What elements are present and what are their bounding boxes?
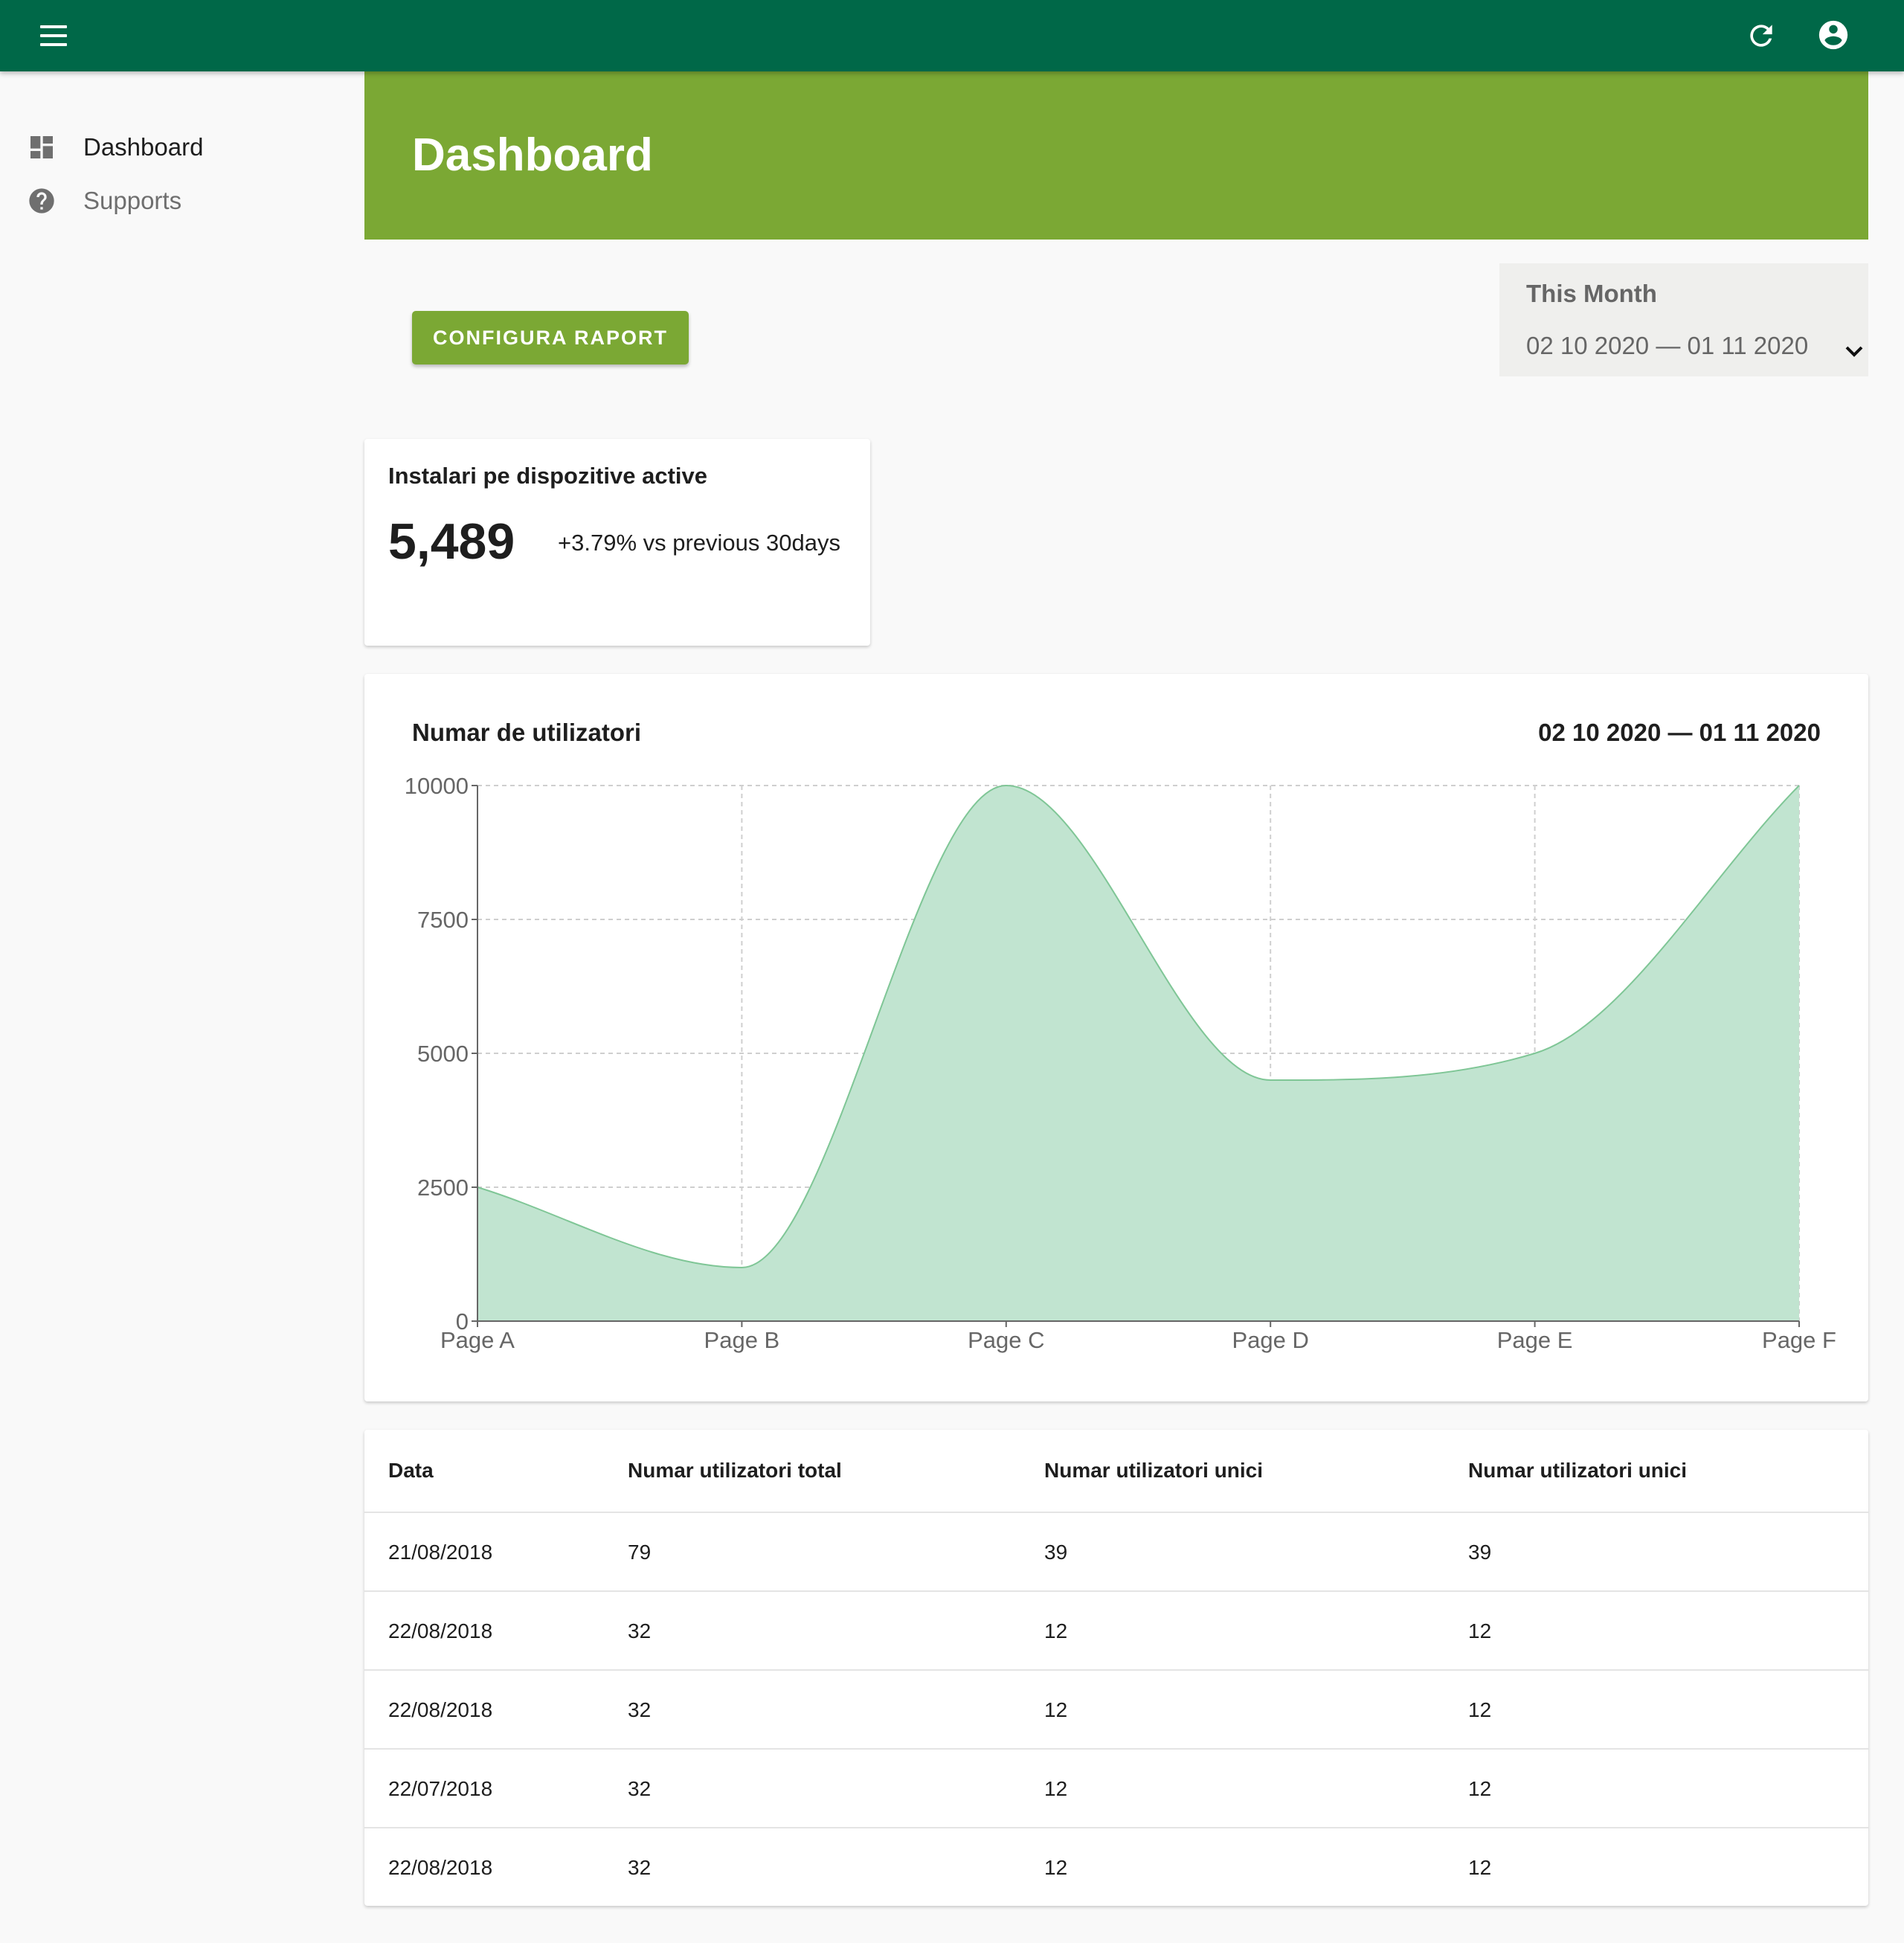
y-tick-label: 7500 (417, 907, 469, 933)
table-header-row: Data Numar utilizatori total Numar utiliza… (364, 1430, 1868, 1513)
table-row: 22/08/2018 32 12 12 (364, 1828, 1868, 1906)
chart-title: Numar de utilizatori (412, 719, 642, 746)
sidebar-item-dashboard[interactable]: Dashboard (0, 119, 364, 173)
account-circle-icon[interactable] (1816, 18, 1850, 52)
table-header-cell: Numar utilizatori unici (1044, 1459, 1264, 1482)
chart-date-range: 02 10 2020 — 01 11 2020 (1538, 719, 1821, 746)
table-cell: 39 (1468, 1541, 1492, 1564)
table-cell: 22/08/2018 (388, 1619, 493, 1642)
table-cell: 12 (1468, 1698, 1492, 1721)
area-chart: 025005000750010000Page A Page B Page C Page… (405, 773, 1836, 1353)
sidebar: Dashboard Supports (0, 71, 364, 1943)
sidebar-item-supports[interactable]: Supports (0, 173, 364, 226)
table-cell: 32 (628, 1856, 652, 1879)
date-range-value: 02 10 2020 — 01 11 2020 (1526, 332, 1809, 359)
table-cell: 22/08/2018 (388, 1698, 493, 1721)
x-tick-label: Page B (704, 1327, 780, 1353)
table-cell: 12 (1044, 1698, 1068, 1721)
stat-value: 5,489 (388, 513, 515, 570)
table-cell: 12 (1468, 1856, 1492, 1879)
date-range-select[interactable]: This Month 02 10 2020 — 01 11 2020 (1499, 263, 1868, 376)
table-row: 22/08/2018 32 12 12 (364, 1671, 1868, 1750)
y-tick-label: 2500 (417, 1175, 469, 1201)
table-cell: 22/08/2018 (388, 1856, 493, 1879)
y-tick-label: 10000 (405, 773, 469, 799)
table-header-cell: Numar utilizatori unici (1468, 1459, 1688, 1482)
x-tick-label: Page F (1762, 1327, 1836, 1353)
table-cell: 39 (1044, 1541, 1068, 1564)
table-cell: 12 (1044, 1856, 1068, 1879)
stat-card: Instalari pe dispozitive active 5,489 +3… (364, 439, 870, 646)
table-cell: 12 (1044, 1619, 1068, 1642)
table-cell: 12 (1468, 1619, 1492, 1642)
date-range-label: This Month (1526, 280, 1657, 307)
configure-report-button[interactable]: CONFIGURA RAPORT (412, 311, 689, 364)
table-row: 22/07/2018 32 12 12 (364, 1750, 1868, 1828)
table-cell: 22/07/2018 (388, 1777, 493, 1800)
sidebar-item-label: Supports (83, 187, 182, 214)
table-header-cell: Data (388, 1459, 434, 1482)
x-tick-label: Page A (440, 1327, 515, 1353)
page-title: Dashboard (412, 129, 653, 181)
x-tick-label: Page D (1232, 1327, 1308, 1353)
table-cell: 32 (628, 1698, 652, 1721)
dashboard-icon (27, 132, 57, 162)
stat-change: +3.79% vs previous 30days (558, 530, 840, 556)
table-cell: 32 (628, 1777, 652, 1800)
data-table: Data Numar utilizatori total Numar utiliza… (364, 1430, 1868, 1906)
table-cell: 12 (1044, 1777, 1068, 1800)
table-row: 22/08/2018 32 12 12 (364, 1592, 1868, 1671)
menu-icon[interactable] (39, 21, 68, 51)
y-tick-label: 5000 (417, 1041, 469, 1067)
chart-card: 0 2500 5000 7500 10000 Page A Page B Page C Page… (364, 674, 1868, 1401)
app-bar (0, 0, 1904, 71)
table-header-cell: Numar utilizatori total (628, 1459, 842, 1482)
table-cell: 32 (628, 1619, 652, 1642)
sidebar-item-label: Dashboard (83, 133, 204, 161)
table-cell: 21/08/2018 (388, 1541, 493, 1564)
table-cell: 12 (1468, 1777, 1492, 1800)
refresh-icon[interactable] (1745, 19, 1778, 52)
page-header: Dashboard (364, 71, 1868, 240)
table-row: 21/08/2018 79 39 39 (364, 1513, 1868, 1592)
help-circle-icon (27, 186, 57, 216)
x-tick-label: Page E (1497, 1327, 1573, 1353)
chevron-down-icon (1845, 346, 1863, 357)
table-cell: 79 (628, 1541, 652, 1564)
stat-title: Instalari pe dispozitive active (388, 463, 707, 489)
x-tick-label: Page C (968, 1327, 1044, 1353)
